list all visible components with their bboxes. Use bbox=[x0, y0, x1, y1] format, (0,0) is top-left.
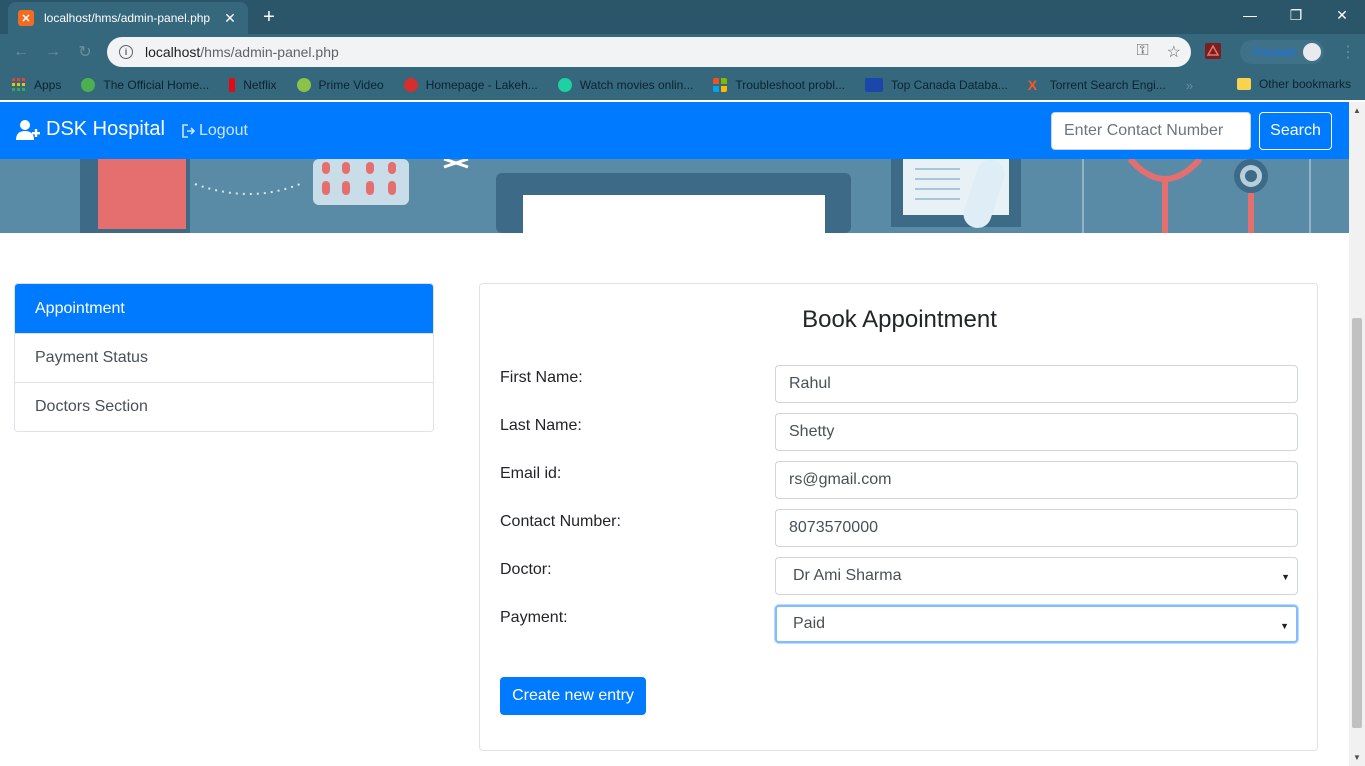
hospital-banner-image bbox=[0, 159, 1349, 233]
bookmark-troubleshoot[interactable]: Troubleshoot probl... bbox=[713, 78, 845, 92]
scrollbar-thumb[interactable] bbox=[1352, 318, 1362, 728]
new-tab-button[interactable]: + bbox=[257, 5, 281, 29]
bookmark-homepage-lakehead[interactable]: Homepage - Lakeh... bbox=[403, 78, 538, 92]
sidebar-item-appointment[interactable]: Appointment bbox=[15, 284, 433, 333]
pdf-extension-icon[interactable] bbox=[1204, 42, 1222, 60]
browser-toolbar: ← → ↻ i localhost/hms/admin-panel.php ⚿ … bbox=[0, 34, 1365, 70]
last-name-value: Shetty bbox=[789, 423, 835, 440]
brand[interactable]: DSK Hospital bbox=[16, 118, 165, 141]
bookmarks-overflow-icon[interactable]: » bbox=[1186, 78, 1193, 93]
play-icon bbox=[296, 78, 311, 92]
sidebar-menu: Appointment Payment Status Doctors Secti… bbox=[14, 283, 434, 432]
bookmark-label: Prime Video bbox=[318, 78, 384, 92]
bookmark-netflix[interactable]: Netflix bbox=[229, 78, 277, 92]
scroll-up-icon[interactable]: ▲ bbox=[1353, 106, 1361, 115]
payment-value: Paid bbox=[793, 615, 826, 632]
doctor-value: Dr Ami Sharma bbox=[793, 567, 902, 584]
bookmark-watch-movies[interactable]: Watch movies onlin... bbox=[557, 78, 694, 92]
forward-icon[interactable]: → bbox=[42, 41, 64, 63]
contact-search-input[interactable] bbox=[1051, 112, 1251, 150]
bookmark-label: The Official Home... bbox=[103, 78, 210, 92]
bookmark-star-icon[interactable]: ☆ bbox=[1167, 42, 1181, 62]
dropdown-caret-icon: ▼ bbox=[1281, 572, 1290, 582]
bookmark-torrent-search[interactable]: X Torrent Search Engi... bbox=[1028, 78, 1166, 92]
navbar: DSK Hospital Logout Search bbox=[0, 102, 1349, 159]
email-value: rs@gmail.com bbox=[789, 471, 892, 488]
reload-icon[interactable]: ↻ bbox=[74, 41, 96, 63]
sidebar-item-doctors-section[interactable]: Doctors Section bbox=[15, 382, 433, 431]
page-viewport: DSK Hospital Logout Search bbox=[0, 102, 1349, 766]
form-title: Book Appointment bbox=[802, 306, 997, 333]
first-name-label: First Name: bbox=[500, 369, 583, 386]
email-label: Email id: bbox=[500, 465, 562, 482]
bookmark-apps[interactable]: Apps bbox=[12, 78, 61, 92]
logout-link[interactable]: Logout bbox=[182, 122, 248, 140]
back-icon[interactable]: ← bbox=[10, 41, 32, 63]
book-appointment-card: Book Appointment First Name: Rahul Last … bbox=[479, 283, 1318, 751]
bookmark-label: Top Canada Databa... bbox=[891, 78, 1008, 92]
close-window-icon[interactable]: ✕ bbox=[1319, 0, 1365, 30]
bookmark-label: Troubleshoot probl... bbox=[735, 78, 845, 92]
key-icon[interactable]: ⚿ bbox=[1136, 42, 1148, 62]
apps-grid-icon bbox=[12, 78, 25, 91]
bookmark-label: Watch movies onlin... bbox=[579, 78, 694, 92]
xampp-favicon-icon: ✕ bbox=[18, 10, 34, 26]
browser-tabstrip: ✕ localhost/hms/admin-panel.php ✕ + — ❐ … bbox=[0, 0, 1365, 34]
play-circle-icon bbox=[557, 78, 572, 92]
bookmarks-bar: Apps The Official Home... Netflix Prime … bbox=[0, 70, 1365, 100]
user-plus-icon bbox=[16, 119, 40, 140]
doctor-select[interactable]: Dr Ami Sharma ▼ bbox=[775, 557, 1298, 595]
bookmark-label: Torrent Search Engi... bbox=[1049, 78, 1166, 92]
bookmark-label: Homepage - Lakeh... bbox=[425, 78, 538, 92]
brand-name: DSK Hospital bbox=[46, 118, 165, 140]
create-entry-button[interactable]: Create new entry bbox=[500, 677, 646, 715]
last-name-label: Last Name: bbox=[500, 417, 582, 434]
dropdown-caret-icon: ▼ bbox=[1280, 621, 1289, 631]
netflix-icon bbox=[229, 78, 236, 92]
contact-number-input[interactable]: 8073570000 bbox=[775, 509, 1298, 547]
bookmark-top-canada[interactable]: Top Canada Databa... bbox=[865, 78, 1008, 92]
tab-title: localhost/hms/admin-panel.php bbox=[44, 11, 211, 25]
first-name-input[interactable]: Rahul bbox=[775, 365, 1298, 403]
microsoft-logo-icon bbox=[713, 78, 728, 92]
minimize-icon[interactable]: — bbox=[1227, 0, 1273, 30]
avatar bbox=[1303, 43, 1321, 61]
lakehead-logo-icon bbox=[403, 78, 418, 92]
browser-menu-icon[interactable]: ⋮ bbox=[1340, 42, 1356, 62]
tab-close-icon[interactable]: ✕ bbox=[222, 10, 238, 27]
site-info-icon[interactable]: i bbox=[119, 45, 133, 59]
logout-label: Logout bbox=[199, 122, 248, 139]
x-logo-icon: X bbox=[1027, 77, 1038, 93]
restore-icon[interactable]: ❐ bbox=[1273, 0, 1319, 30]
url-host: localhost bbox=[145, 44, 201, 60]
browser-tab[interactable]: ✕ localhost/hms/admin-panel.php ✕ bbox=[8, 2, 248, 34]
page-scrollbar[interactable]: ▲ ▼ bbox=[1349, 102, 1365, 766]
sign-out-icon bbox=[182, 124, 196, 138]
payment-label: Payment: bbox=[500, 609, 568, 626]
window-controls: — ❐ ✕ bbox=[1227, 0, 1365, 30]
address-bar[interactable]: i localhost/hms/admin-panel.php ⚿ ☆ bbox=[107, 37, 1191, 67]
search-button[interactable]: Search bbox=[1259, 112, 1332, 150]
url-path: /hms/admin-panel.php bbox=[200, 44, 339, 60]
contact-number-value: 8073570000 bbox=[789, 519, 878, 536]
other-bookmarks-label: Other bookmarks bbox=[1258, 77, 1351, 91]
sidebar-item-payment-status[interactable]: Payment Status bbox=[15, 333, 433, 382]
doctor-label: Doctor: bbox=[500, 561, 552, 578]
other-bookmarks[interactable]: Other bookmarks bbox=[1236, 77, 1351, 91]
bookmark-label: Netflix bbox=[243, 78, 277, 92]
folder-icon bbox=[1236, 78, 1251, 90]
last-name-input[interactable]: Shetty bbox=[775, 413, 1298, 451]
profile-button[interactable]: Paused bbox=[1240, 40, 1324, 64]
bookmark-official-home[interactable]: The Official Home... bbox=[81, 78, 209, 92]
first-name-value: Rahul bbox=[789, 375, 831, 392]
hc-logo-icon bbox=[865, 78, 883, 92]
scroll-down-icon[interactable]: ▼ bbox=[1353, 753, 1361, 762]
bookmark-label: Apps bbox=[34, 78, 62, 92]
email-input[interactable]: rs@gmail.com bbox=[775, 461, 1298, 499]
payment-select[interactable]: Paid ▼ bbox=[775, 605, 1298, 643]
leaf-icon bbox=[81, 78, 96, 92]
contact-number-label: Contact Number: bbox=[500, 513, 621, 530]
bookmark-prime-video[interactable]: Prime Video bbox=[296, 78, 384, 92]
profile-name: Paused bbox=[1254, 45, 1295, 59]
